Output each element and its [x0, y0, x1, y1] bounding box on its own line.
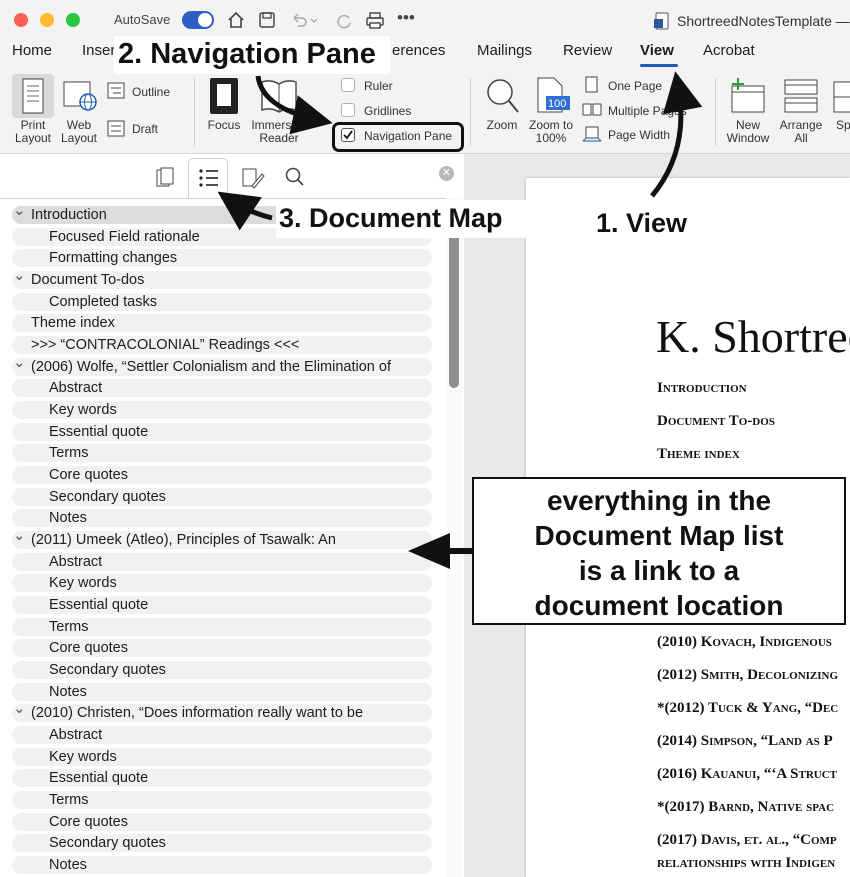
step3-arrow [217, 191, 273, 231]
step1-arrow [650, 71, 703, 198]
callout-arrow-head [408, 533, 450, 569]
annotation-arrows [217, 71, 703, 569]
step2-arrow [255, 75, 333, 135]
